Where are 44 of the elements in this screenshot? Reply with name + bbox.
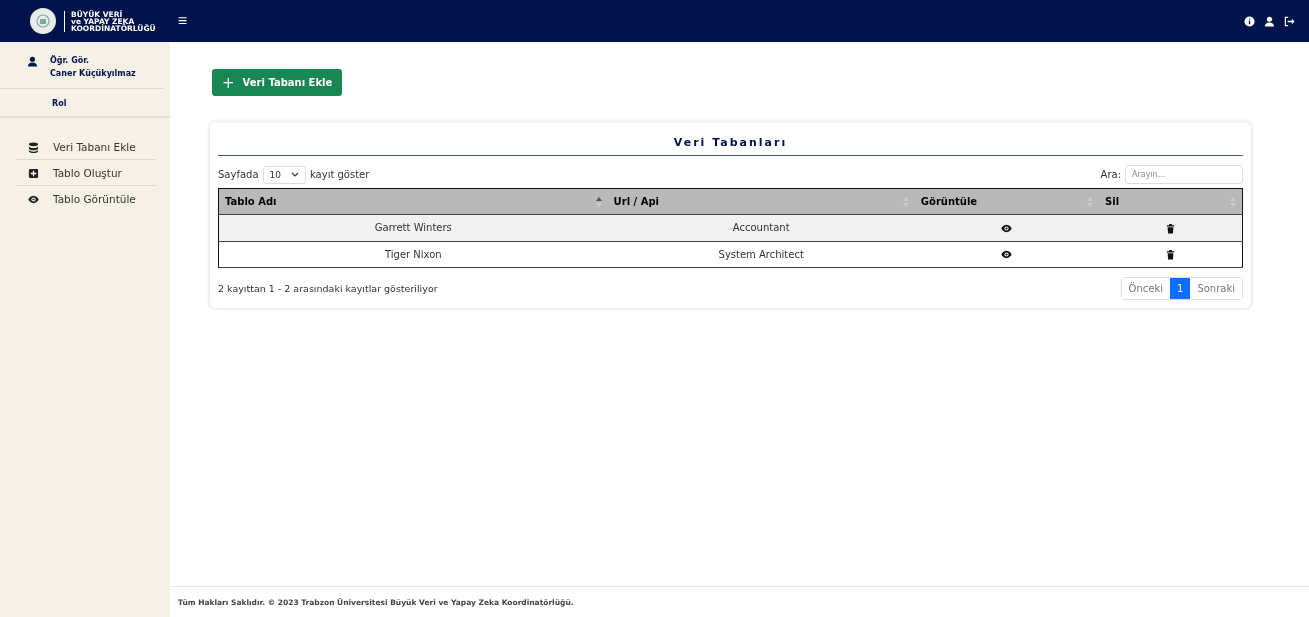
database-icon	[28, 141, 39, 153]
search-field[interactable]: Arayın...	[1125, 165, 1243, 184]
menu-button[interactable]: ≡	[177, 12, 187, 30]
eye-icon	[1001, 222, 1013, 234]
trash-icon	[1165, 249, 1177, 260]
page-button[interactable]: 1	[1170, 278, 1191, 299]
column-header[interactable]: Url / Api	[613, 196, 660, 207]
profile-button[interactable]	[1264, 15, 1275, 27]
logo-icon	[30, 8, 56, 34]
user-title: Öğr. Gör.	[50, 56, 91, 65]
info-icon	[1244, 15, 1255, 27]
table-info: 2 kayıttan 1 - 2 arasındaki kayıtlar gösteriliyor	[218, 283, 438, 294]
logout-icon	[1284, 15, 1295, 27]
card-title: Veri Tabanları	[218, 132, 1243, 156]
plus-square-icon	[28, 167, 39, 179]
page-size-label: Sayfada	[218, 169, 259, 180]
table-cell: Accountant	[732, 222, 790, 234]
table-cell: System Architect	[718, 248, 804, 260]
eye-icon	[1001, 249, 1013, 260]
column-header[interactable]: Tablo Adı	[225, 196, 277, 207]
table-cell: Tiger Nixon	[384, 248, 442, 260]
view-button[interactable]	[1001, 222, 1013, 234]
delete-button[interactable]	[1165, 249, 1177, 260]
sidebar-item[interactable]: Tablo Oluştur	[16, 160, 156, 186]
chevron-down-icon	[291, 172, 299, 177]
sidebar-item[interactable]: Veri Tabanı Ekle	[16, 134, 156, 160]
table-cell: Garrett Winters	[374, 222, 452, 234]
page-size-label: kayıt göster	[310, 169, 370, 180]
search-label: Ara:	[1100, 169, 1121, 180]
add-database-button[interactable]: + Veri Tabanı Ekle	[212, 69, 343, 96]
info-button[interactable]	[1244, 15, 1255, 27]
view-button[interactable]	[1001, 249, 1013, 260]
sidebar-item[interactable]: Tablo Görüntüle	[16, 186, 156, 211]
sort-icon[interactable]	[595, 196, 602, 207]
user-name: Caner Küçükyılmaz	[50, 69, 136, 78]
delete-button[interactable]	[1165, 222, 1177, 234]
user-icon	[27, 56, 38, 67]
column-header[interactable]: Sil	[1105, 196, 1120, 207]
logout-button[interactable]	[1284, 15, 1295, 27]
user-icon	[1264, 15, 1275, 27]
eye-icon	[28, 193, 39, 205]
column-header[interactable]: Görüntüle	[920, 196, 978, 207]
trash-icon	[1165, 222, 1177, 234]
page-size-select[interactable]: 10	[262, 165, 306, 184]
